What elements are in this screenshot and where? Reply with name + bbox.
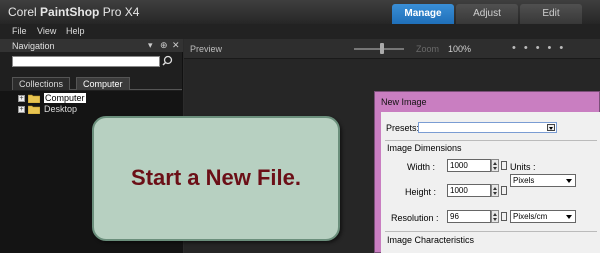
units-label: Units : — [510, 162, 536, 172]
presets-label: Presets: — [386, 123, 420, 133]
tree-label-desktop[interactable]: Desktop — [44, 104, 77, 114]
image-characteristics-label: Image Characteristics — [387, 235, 475, 245]
width-input[interactable]: 1000 — [447, 159, 491, 172]
width-label: Width : — [407, 162, 436, 172]
expand-icon[interactable]: + — [18, 106, 25, 113]
tab-collections[interactable]: Collections — [12, 77, 71, 90]
link-icon[interactable] — [501, 186, 507, 195]
link-icon[interactable] — [501, 212, 507, 221]
resolution-label: Resolution : — [391, 213, 439, 223]
app-title-brand: Corel — [8, 5, 37, 19]
tab-adjust[interactable]: Adjust — [456, 4, 518, 24]
zoom-value: 100% — [448, 44, 472, 54]
callout-text: Start a New File. — [131, 165, 301, 190]
width-spinner[interactable] — [491, 159, 499, 172]
link-icon[interactable] — [501, 161, 507, 170]
tab-edit[interactable]: Edit — [520, 4, 582, 24]
menu-view[interactable]: View — [37, 26, 56, 36]
title-bar: Corel PaintShop Pro X4 Manage Adjust Edi… — [0, 0, 600, 24]
menu-bar: File View Help — [0, 24, 600, 39]
menu-file[interactable]: File — [12, 26, 27, 36]
preview-header: Preview Zoom 100% ••••• — [184, 39, 600, 59]
view-options-icon[interactable]: ••••• — [512, 42, 571, 54]
app-title: Corel PaintShop Pro X4 — [8, 5, 139, 19]
height-label: Height : — [405, 187, 437, 197]
resolution-units-select[interactable]: Pixels/cm — [510, 210, 576, 223]
app-title-suffix: Pro X4 — [102, 5, 140, 19]
chevron-down-icon — [566, 215, 572, 219]
tree-label-computer[interactable]: Computer — [44, 93, 86, 103]
folder-icon — [28, 94, 40, 103]
navigation-header: Navigation ▾ ⊕ ✕ — [0, 39, 183, 52]
units-select[interactable]: Pixels — [510, 174, 576, 187]
menu-help[interactable]: Help — [66, 26, 85, 36]
close-icon[interactable]: ✕ — [172, 40, 180, 51]
tree-item-desktop[interactable]: + Desktop — [18, 104, 138, 115]
preview-title: Preview — [190, 44, 223, 54]
tab-computer[interactable]: Computer — [76, 77, 130, 90]
presets-select[interactable] — [418, 122, 557, 133]
height-input[interactable]: 1000 — [447, 184, 491, 197]
pin-icon[interactable]: ⊕ — [160, 40, 168, 51]
image-dimensions-label: Image Dimensions — [387, 143, 462, 153]
resolution-spinner[interactable] — [491, 210, 499, 223]
new-image-dialog: New Image Presets: Image Dimensions Widt… — [374, 91, 600, 253]
search-icon[interactable] — [161, 54, 175, 68]
units-value: Pixels — [513, 176, 535, 185]
zoom-label: Zoom — [416, 44, 440, 54]
dialog-body: Presets: Image Dimensions Width : 1000 U… — [381, 112, 600, 253]
group-divider — [385, 231, 597, 232]
navigation-tabs: Collections Computer — [12, 77, 182, 90]
instruction-callout: Start a New File. — [92, 116, 340, 241]
panel-menu-icon[interactable]: ▾ — [148, 40, 153, 51]
chevron-down-icon[interactable] — [547, 124, 555, 131]
resolution-input[interactable]: 96 — [447, 210, 491, 223]
expand-icon[interactable]: + — [18, 95, 25, 102]
resolution-units-value: Pixels/cm — [513, 212, 548, 221]
height-spinner[interactable] — [491, 184, 499, 197]
app-title-product: PaintShop — [40, 5, 100, 19]
tab-manage[interactable]: Manage — [392, 4, 454, 24]
zoom-slider-thumb[interactable] — [380, 43, 384, 54]
chevron-down-icon — [566, 179, 572, 183]
dialog-title: New Image — [381, 97, 427, 107]
image-dimensions-group: Image Dimensions Width : 1000 Units : Pi… — [385, 140, 597, 253]
navigation-title: Navigation — [12, 41, 55, 51]
navigation-search-input[interactable] — [12, 56, 160, 67]
tree-item-computer[interactable]: + Computer — [18, 93, 138, 104]
zoom-slider-track[interactable] — [354, 48, 404, 50]
folder-icon — [28, 105, 40, 114]
